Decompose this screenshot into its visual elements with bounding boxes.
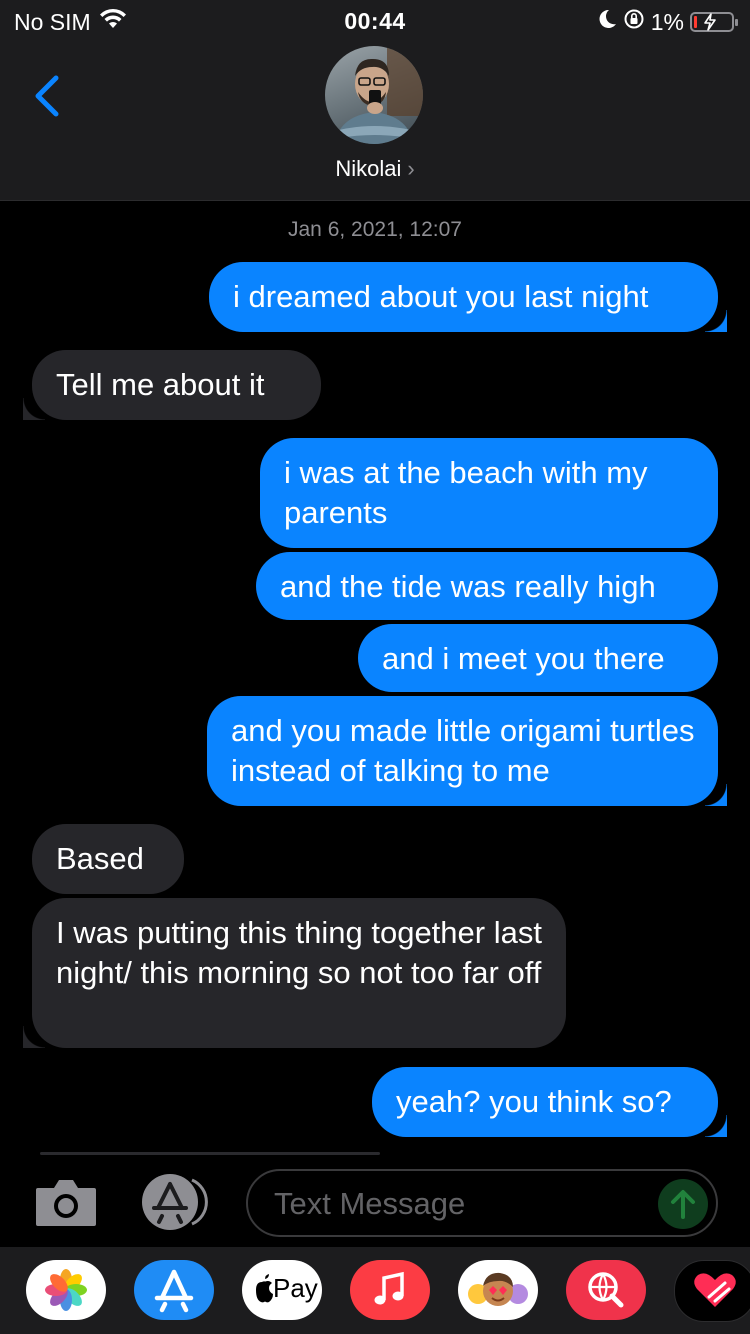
avatar-photo <box>335 46 423 144</box>
thread-timestamp: Jan 6, 2021, 12:07 <box>288 218 462 241</box>
contact-name-button[interactable]: Nikolai › <box>0 156 750 182</box>
app-store-icon <box>142 1174 208 1230</box>
message-bubble-incoming[interactable]: I was putting this thing together last n… <box>23 898 566 1048</box>
message-bubble-outgoing[interactable]: yeah? you think so? <box>372 1067 727 1137</box>
message-bubble-outgoing[interactable]: and you made little origami turtles inst… <box>207 696 727 806</box>
apple-pay-label: Pay <box>273 1273 318 1303</box>
app-store-button[interactable] <box>140 1174 214 1230</box>
message-field[interactable] <box>246 1169 718 1237</box>
message-bubble-outgoing[interactable]: i dreamed about you last night <box>209 262 727 332</box>
battery-charging-icon <box>690 12 738 32</box>
scroll-edge-indicator <box>40 1152 380 1155</box>
imessage-app-drawer: Pay <box>0 1247 750 1334</box>
music-app-icon[interactable] <box>350 1260 430 1320</box>
arrow-up-icon <box>671 1190 695 1219</box>
photos-app-icon[interactable] <box>26 1260 106 1320</box>
contact-name: Nikolai <box>335 156 402 181</box>
contact-avatar[interactable] <box>325 46 423 144</box>
chevron-right-icon: › <box>407 156 415 181</box>
status-bar: No SIM 00:44 1% <box>0 0 750 40</box>
message-bubble-incoming[interactable]: Tell me about it <box>23 350 321 420</box>
digital-touch-app-icon[interactable] <box>674 1260 750 1322</box>
message-bubble-outgoing[interactable]: and i meet you there <box>358 624 718 692</box>
moon-icon <box>597 8 617 36</box>
message-bubble-outgoing[interactable]: and the tide was really high <box>256 552 718 620</box>
camera-button[interactable] <box>34 1176 98 1228</box>
chevron-left-icon <box>35 75 59 117</box>
back-button[interactable] <box>28 72 68 120</box>
send-button[interactable] <box>658 1179 708 1229</box>
message-input[interactable] <box>272 1183 636 1225</box>
battery-percent: 1% <box>650 8 684 35</box>
app-store-app-icon[interactable] <box>134 1260 214 1320</box>
orientation-lock-icon <box>623 8 645 36</box>
apple-pay-app-icon[interactable]: Pay <box>242 1260 322 1320</box>
message-bubble-incoming[interactable]: Based <box>32 824 184 894</box>
camera-icon <box>36 1180 96 1226</box>
memoji-app-icon[interactable] <box>458 1260 538 1320</box>
message-bubble-outgoing[interactable]: i was at the beach with my parents <box>260 438 718 548</box>
web-search-app-icon[interactable] <box>566 1260 646 1320</box>
